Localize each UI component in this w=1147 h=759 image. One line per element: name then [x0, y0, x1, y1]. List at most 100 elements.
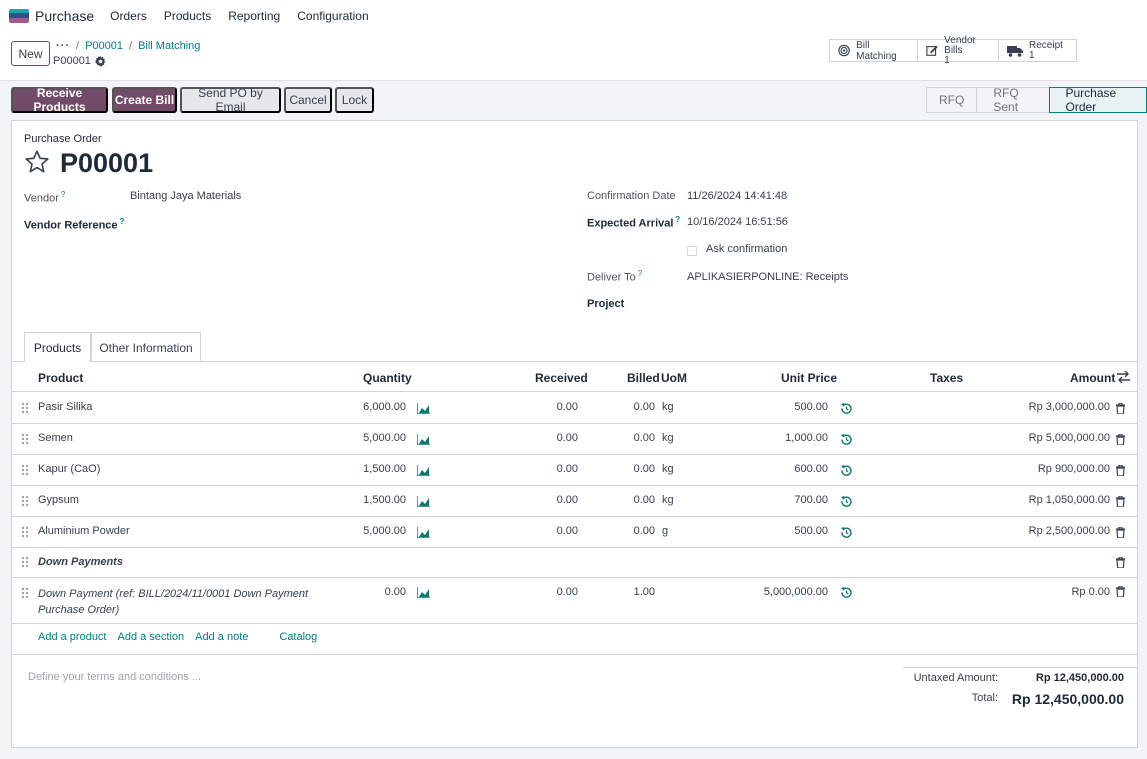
table-row[interactable]: Pasir Silika 6,000.00 0.00 0.00 kg 500.00 Rp 3…	[12, 393, 1137, 424]
forecast-chart-icon[interactable]	[417, 465, 430, 476]
history-icon[interactable]	[841, 465, 852, 476]
col-quantity[interactable]: Quantity	[363, 371, 412, 385]
receipt-button[interactable]: Receipt 1	[998, 39, 1077, 62]
table-row[interactable]: Semen 5,000.00 0.00 0.00 kg 1,000.00 Rp 5,000,…	[12, 424, 1137, 455]
section-row[interactable]: Down Payments	[12, 547, 1137, 578]
quantity-cell[interactable]: 1,500.00	[326, 494, 406, 506]
history-icon[interactable]	[841, 434, 852, 445]
history-icon[interactable]	[841, 527, 852, 538]
trash-icon[interactable]	[1116, 434, 1125, 445]
col-uom[interactable]: UoM	[661, 371, 687, 385]
quantity-cell[interactable]: 6,000.00	[326, 401, 406, 413]
unit-price-cell[interactable]: 500.00	[728, 401, 828, 413]
history-icon[interactable]	[841, 496, 852, 507]
history-icon[interactable]	[841, 403, 852, 414]
drag-handle-icon[interactable]	[21, 556, 29, 568]
vendor-field[interactable]: Bintang Jaya Materials	[130, 190, 241, 202]
ask-confirmation-checkbox[interactable]	[687, 246, 697, 256]
app-name[interactable]: Purchase	[35, 8, 94, 24]
add-note-link[interactable]: Add a note	[195, 631, 248, 643]
trash-icon[interactable]	[1116, 586, 1125, 597]
trash-icon[interactable]	[1116, 403, 1125, 414]
product-name[interactable]: Semen	[38, 432, 73, 444]
menu-products[interactable]: Products	[164, 9, 211, 23]
catalog-link[interactable]: Catalog	[279, 631, 317, 643]
expected-arrival-field[interactable]: 10/16/2024 16:51:56	[687, 216, 788, 228]
trash-icon[interactable]	[1116, 527, 1125, 538]
tab-other-information[interactable]: Other Information	[91, 332, 201, 362]
history-icon[interactable]	[841, 587, 852, 598]
vendor-bills-button[interactable]: Vendor Bills 1	[917, 35, 999, 65]
menu-orders[interactable]: Orders	[110, 9, 147, 23]
add-section-link[interactable]: Add a section	[118, 631, 185, 643]
dp-unit-price[interactable]: 5,000,000.00	[728, 586, 828, 598]
product-name[interactable]: Aluminium Powder	[38, 525, 130, 537]
cancel-button[interactable]: Cancel	[284, 87, 332, 113]
forecast-chart-icon[interactable]	[417, 527, 430, 538]
menu-configuration[interactable]: Configuration	[297, 9, 368, 23]
star-icon[interactable]	[24, 149, 50, 175]
table-row[interactable]: Kapur (CaO) 1,500.00 0.00 0.00 kg 600.00 Rp 90…	[12, 455, 1137, 486]
terms-conditions-input[interactable]: Define your terms and conditions ...	[28, 671, 201, 683]
create-bill-button[interactable]: Create Bill	[112, 87, 177, 113]
drag-handle-icon[interactable]	[21, 402, 29, 414]
status-purchase-order[interactable]: Purchase Order	[1048, 86, 1147, 114]
unit-price-cell[interactable]: 600.00	[728, 463, 828, 475]
col-billed[interactable]: Billed	[627, 371, 660, 385]
drag-handle-icon[interactable]	[21, 526, 29, 538]
unit-price-cell[interactable]: 500.00	[728, 525, 828, 537]
forecast-chart-icon[interactable]	[417, 434, 430, 445]
col-amount[interactable]: Amount	[1070, 371, 1115, 385]
status-rfq[interactable]: RFQ	[926, 87, 978, 113]
forecast-chart-icon[interactable]	[417, 496, 430, 507]
column-settings-icon[interactable]	[1117, 371, 1130, 383]
forecast-chart-icon[interactable]	[417, 403, 430, 414]
unit-price-cell[interactable]: 700.00	[728, 494, 828, 506]
col-product[interactable]: Product	[38, 371, 83, 385]
drag-handle-icon[interactable]	[21, 587, 29, 599]
quantity-cell[interactable]: 5,000.00	[326, 432, 406, 444]
breadcrumb-more[interactable]: ···	[56, 40, 70, 52]
status-rfq-sent[interactable]: RFQ Sent	[976, 86, 1050, 114]
gear-icon[interactable]	[94, 55, 106, 67]
product-name[interactable]: Pasir Silika	[38, 401, 92, 413]
col-taxes[interactable]: Taxes	[930, 371, 963, 385]
down-payment-description: Down Payment (ref: BILL/2024/11/0001 Dow…	[38, 588, 309, 616]
unit-price-cell[interactable]: 1,000.00	[728, 432, 828, 444]
product-name[interactable]: Kapur (CaO)	[38, 463, 100, 475]
uom-cell[interactable]: kg	[662, 401, 674, 413]
product-name[interactable]: Gypsum	[38, 494, 79, 506]
quantity-cell[interactable]: 1,500.00	[326, 463, 406, 475]
confirmation-date-field[interactable]: 11/26/2024 14:41:48	[687, 190, 787, 202]
col-received[interactable]: Received	[535, 371, 588, 385]
tab-products[interactable]: Products	[24, 332, 91, 362]
uom-cell[interactable]: g	[662, 525, 668, 537]
receive-products-button[interactable]: Receive Products	[11, 86, 108, 114]
down-payment-row[interactable]: Down Payment (ref: BILL/2024/11/0001 Dow…	[12, 578, 1137, 624]
quantity-cell[interactable]: 5,000.00	[326, 525, 406, 537]
menu-reporting[interactable]: Reporting	[228, 9, 280, 23]
drag-handle-icon[interactable]	[21, 433, 29, 445]
purchase-app-icon[interactable]	[9, 8, 29, 23]
uom-cell[interactable]: kg	[662, 463, 674, 475]
table-row[interactable]: Aluminium Powder 5,000.00 0.00 0.00 g 500.00 R…	[12, 517, 1137, 548]
send-po-email-button[interactable]: Send PO by Email	[180, 86, 281, 114]
bill-matching-button[interactable]: Bill Matching	[829, 39, 918, 62]
trash-icon[interactable]	[1116, 557, 1125, 568]
table-row[interactable]: Gypsum 1,500.00 0.00 0.00 kg 700.00 Rp 1,050,0…	[12, 486, 1137, 517]
lock-button[interactable]: Lock	[335, 87, 374, 113]
dp-quantity[interactable]: 0.00	[342, 586, 406, 598]
breadcrumb-bill-matching[interactable]: Bill Matching	[138, 40, 200, 52]
uom-cell[interactable]: kg	[662, 494, 674, 506]
drag-handle-icon[interactable]	[21, 464, 29, 476]
breadcrumb-p00001[interactable]: P00001	[85, 40, 123, 52]
forecast-chart-icon[interactable]	[417, 587, 430, 598]
deliver-to-field[interactable]: APLIKASIERPONLINE: Receipts	[687, 271, 848, 283]
trash-icon[interactable]	[1116, 496, 1125, 507]
add-product-link[interactable]: Add a product	[38, 631, 107, 643]
drag-handle-icon[interactable]	[21, 495, 29, 507]
trash-icon[interactable]	[1116, 465, 1125, 476]
new-button[interactable]: New	[11, 41, 50, 66]
col-unit-price[interactable]: Unit Price	[781, 371, 837, 385]
uom-cell[interactable]: kg	[662, 432, 674, 444]
